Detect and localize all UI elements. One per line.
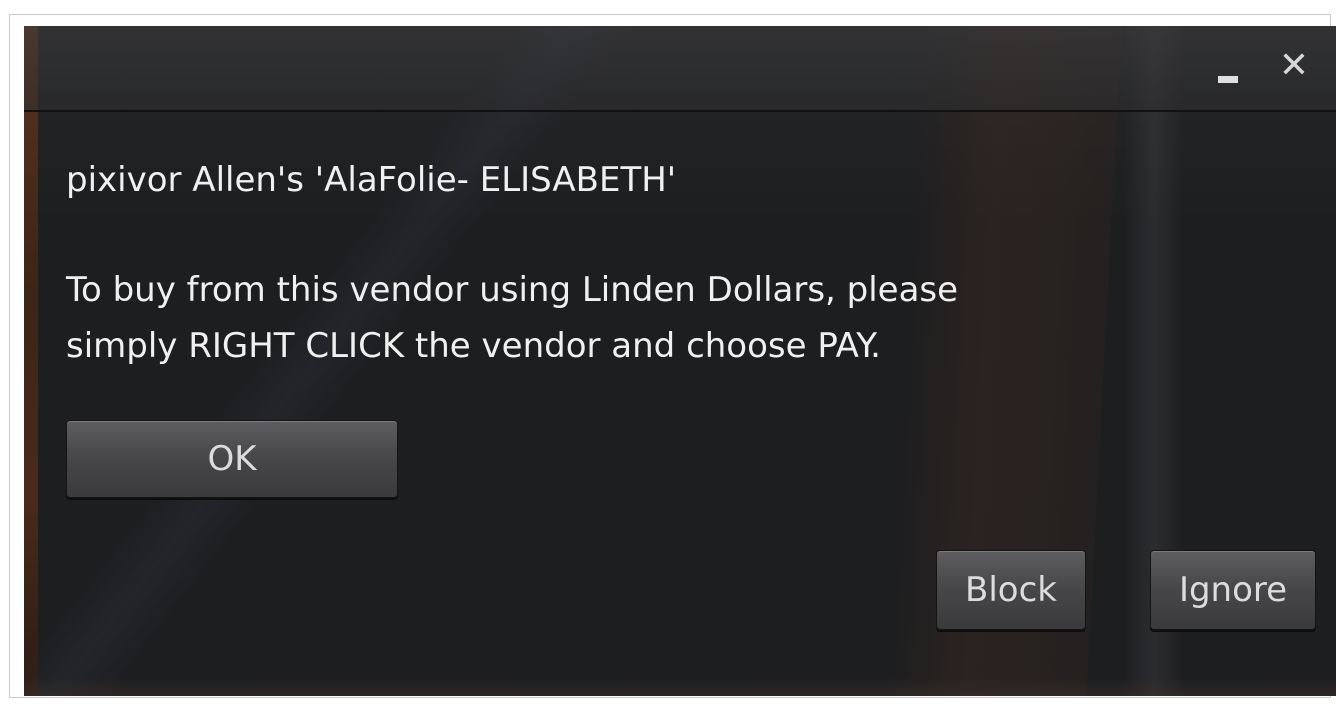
- object-owner-title: pixivor Allen's 'AlaFolie- ELISABETH': [66, 160, 677, 200]
- dialog-titlebar[interactable]: ✕: [24, 26, 1336, 112]
- background-floor-glow: [24, 678, 1336, 696]
- message-body: To buy from this vendor using Linden Dol…: [66, 270, 959, 366]
- ok-button[interactable]: OK: [66, 420, 398, 498]
- close-icon[interactable]: ✕: [1276, 48, 1312, 84]
- block-button[interactable]: Block: [936, 550, 1086, 630]
- ignore-button[interactable]: Ignore: [1150, 550, 1316, 630]
- background-wood-edge: [24, 26, 38, 696]
- minimize-icon[interactable]: [1218, 76, 1238, 83]
- notification-dialog: ✕ pixivor Allen's 'AlaFolie- ELISABETH' …: [24, 26, 1336, 696]
